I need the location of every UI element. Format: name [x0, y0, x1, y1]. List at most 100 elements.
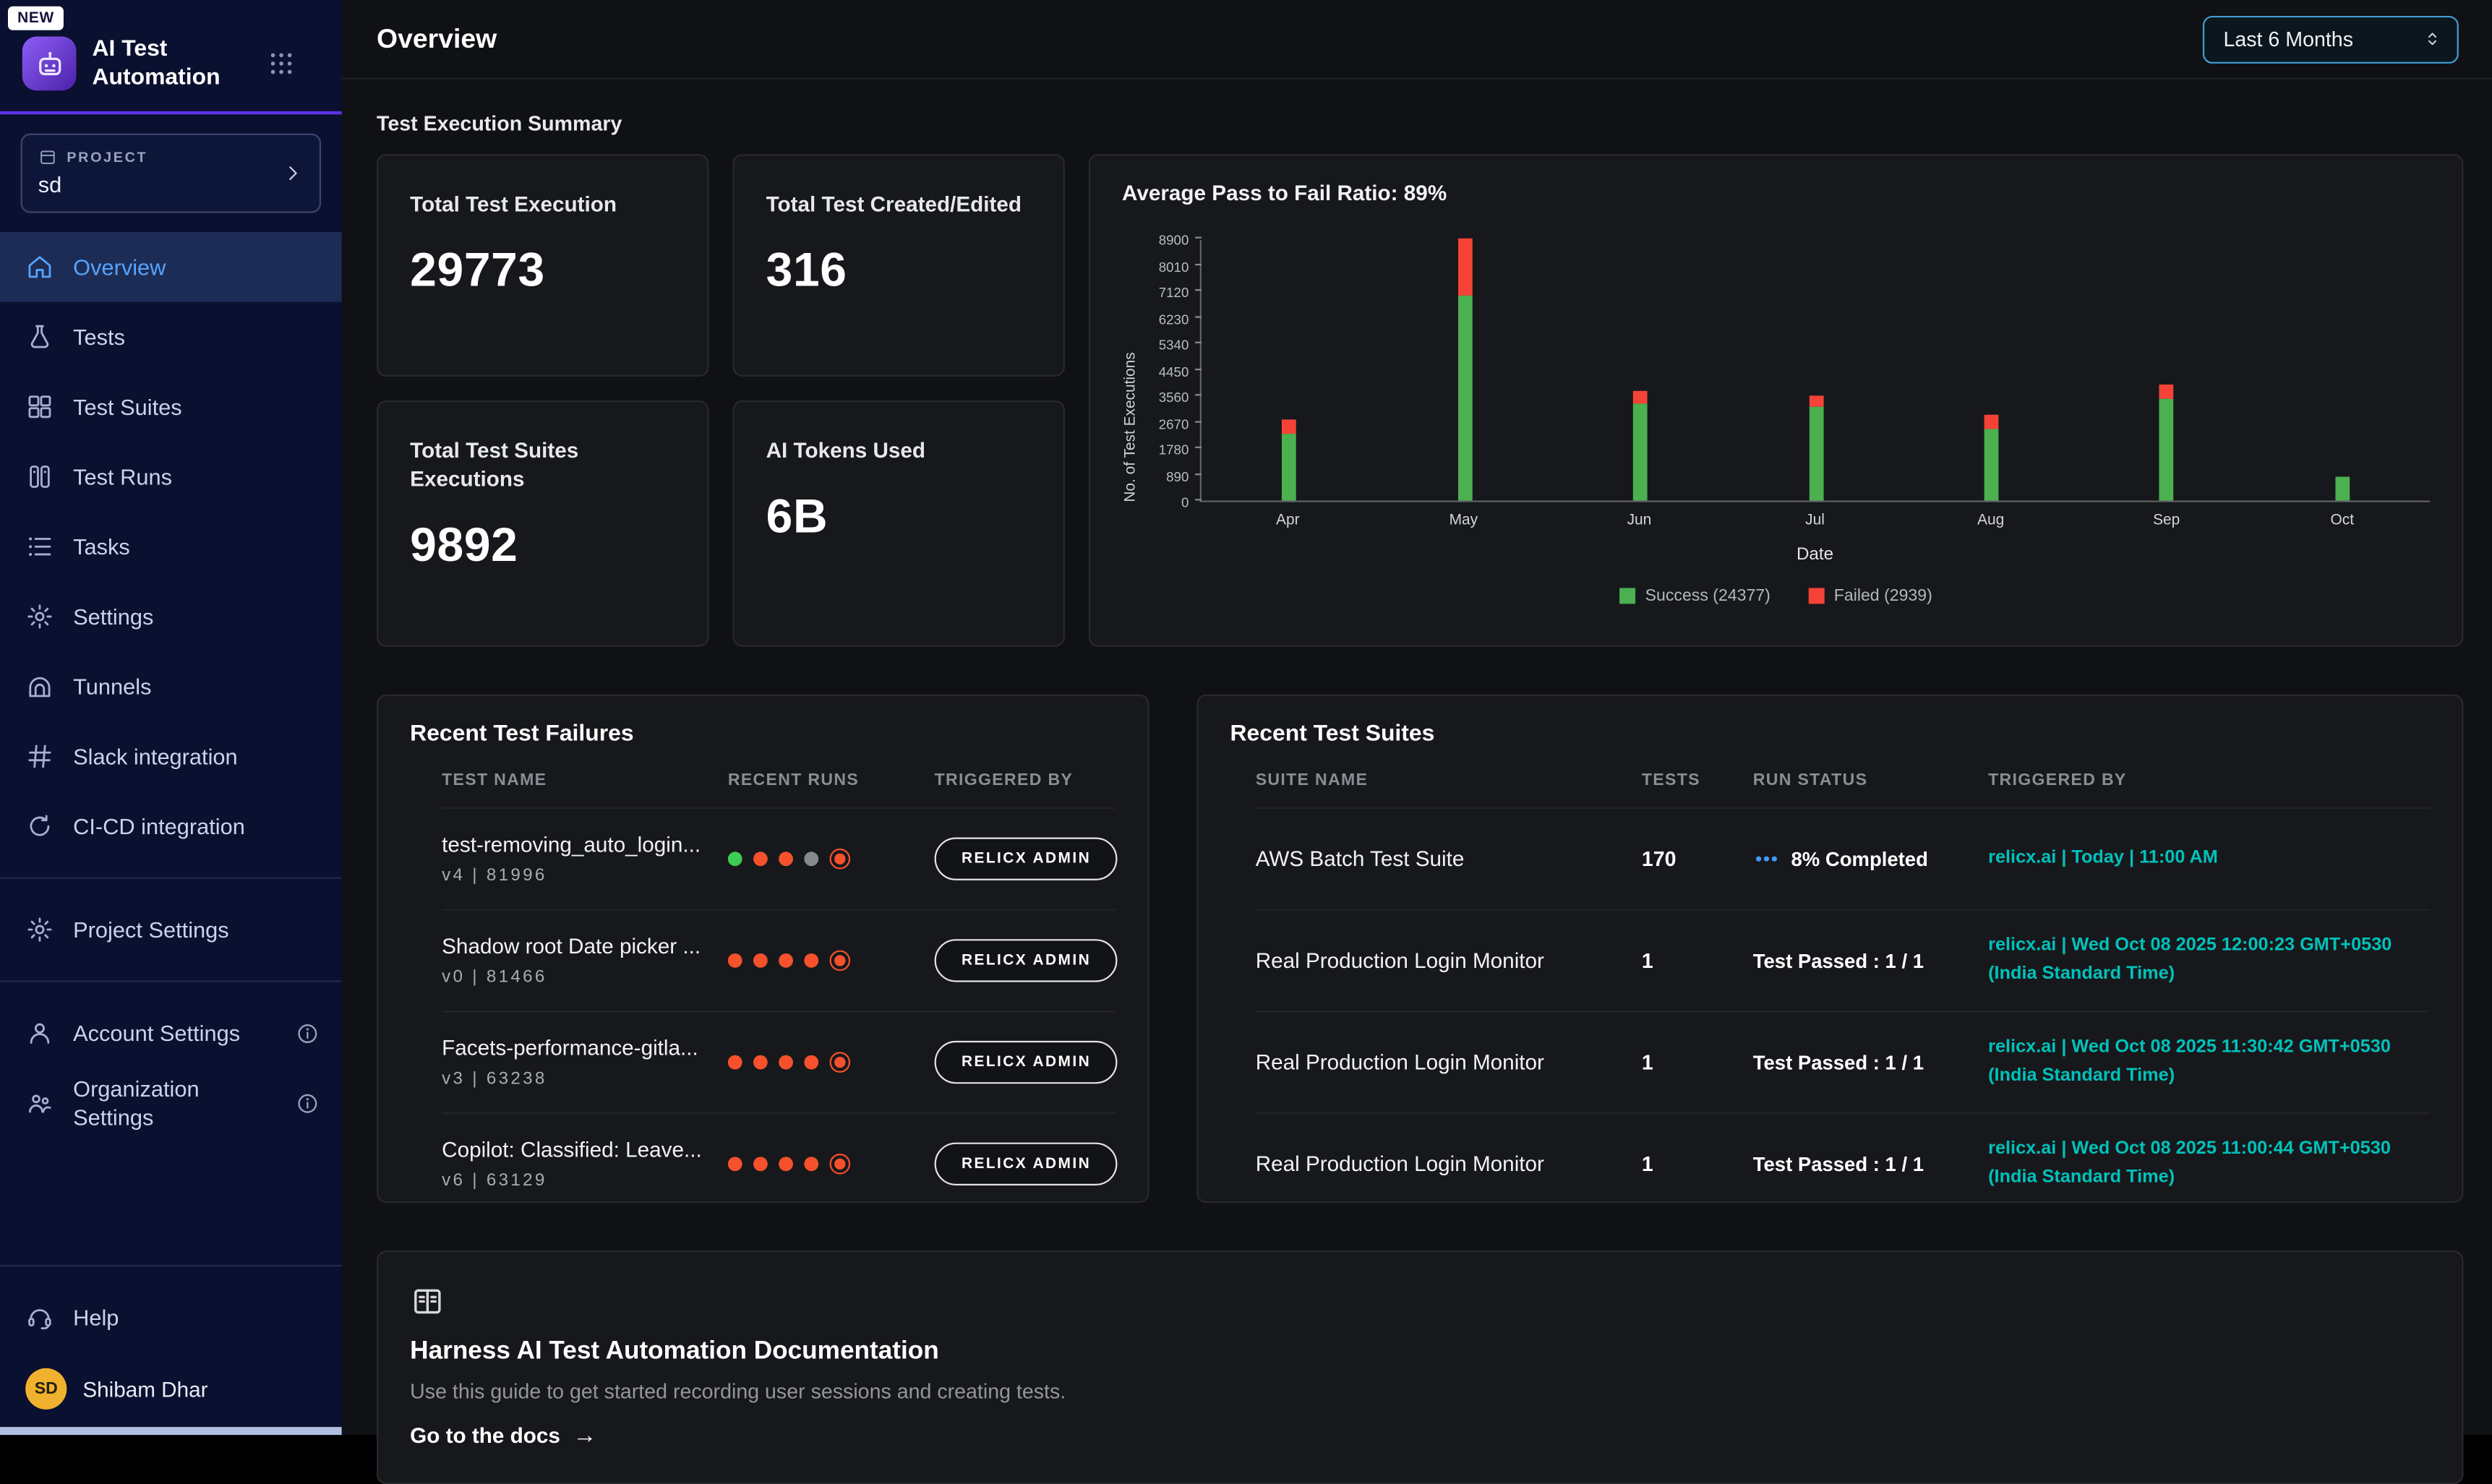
suite-tests-count: 1 [1642, 948, 1753, 972]
suite-name[interactable]: Real Production Login Monitor [1256, 948, 1642, 972]
avatar: SD [25, 1368, 67, 1410]
y-axis-tick-mark [1195, 473, 1202, 474]
cicd-icon [25, 812, 54, 841]
y-axis-tick-mark [1195, 342, 1202, 343]
user-menu[interactable]: SD Shibam Dhar [0, 1352, 342, 1435]
y-axis-tick-label: 8010 [1159, 258, 1189, 274]
test-version-id: v0 | 81466 [442, 968, 728, 987]
sidebar-item-tasks[interactable]: Tasks [0, 512, 342, 582]
test-name[interactable]: Shadow root Date picker ... [442, 935, 715, 958]
test-failure-row[interactable]: test-removing_auto_login... v4 | 81996 R… [442, 807, 1116, 909]
bar-segment-failed [1984, 416, 1998, 429]
project-selector[interactable]: PROJECT sd [21, 134, 321, 213]
test-suite-row[interactable]: Real Production Login Monitor 1 Test Pas… [1256, 909, 2431, 1011]
suite-name[interactable]: AWS Batch Test Suite [1256, 847, 1642, 871]
pass-fail-chart-card: Average Pass to Fail Ratio: 89% No. of T… [1089, 154, 2464, 646]
suite-triggered-by[interactable]: relicx.ai | Wed Oct 08 2025 11:30:42 GMT… [1988, 1034, 2430, 1090]
run-dot-orange [728, 953, 742, 968]
test-runs-icon [25, 463, 54, 492]
bar-aug [1984, 416, 1998, 501]
stat-card-ai-tokens-used: AI Tokens Used 6B [732, 400, 1064, 647]
sidebar-item-label: Test Runs [73, 463, 172, 492]
robot-icon [33, 47, 66, 80]
time-range-select[interactable]: Last 6 Months [2203, 15, 2459, 63]
suite-tests-count: 1 [1642, 1152, 1753, 1176]
run-dot-orange [753, 953, 768, 968]
stat-label: Total Test Suites Executions [410, 437, 675, 495]
sidebar-item-ci-cd-integration[interactable]: CI-CD integration [0, 792, 342, 862]
run-dot-orange [804, 1055, 818, 1070]
app-logo [22, 37, 77, 91]
column-triggered-by: TRIGGERED BY [1988, 771, 2430, 789]
test-name[interactable]: test-removing_auto_login... [442, 833, 715, 857]
account-icon [25, 1019, 54, 1048]
project-label: PROJECT [67, 150, 147, 166]
triggered-by-button[interactable]: RELICX ADMIN [935, 1143, 1118, 1185]
y-axis-label: No. of Test Executions [1122, 240, 1139, 502]
sidebar-nav: Overview Tests Test Suites Test Runs [0, 233, 342, 862]
failures-table-header: TEST NAME RECENT RUNS TRIGGERED BY [442, 753, 1116, 807]
stat-value: 29773 [410, 245, 675, 299]
triggered-by-button[interactable]: RELICX ADMIN [935, 1041, 1118, 1084]
suite-triggered-by[interactable]: relicx.ai | Wed Oct 08 2025 11:00:44 GMT… [1988, 1136, 2430, 1192]
sidebar-item-label: Project Settings [73, 916, 229, 945]
chart-legend: Success (24377) Failed (2939) [1122, 586, 2430, 605]
run-dot-orange [779, 953, 793, 968]
sidebar-item-account-settings[interactable]: Account Settings [0, 998, 342, 1068]
app-root: NEW AI Test Automation PROJECT sd [0, 0, 2492, 1435]
sidebar-item-slack-integration[interactable]: Slack integration [0, 722, 342, 792]
test-failure-row[interactable]: Shadow root Date picker ... v0 | 81466 R… [442, 909, 1116, 1011]
triggered-by-button[interactable]: RELICX ADMIN [935, 939, 1118, 982]
sidebar-item-test-suites[interactable]: Test Suites [0, 372, 342, 442]
test-suites-icon [25, 393, 54, 422]
suite-name[interactable]: Real Production Login Monitor [1256, 1152, 1642, 1176]
legend-label: Success (24377) [1645, 586, 1770, 605]
go-to-docs-link[interactable]: Go to the docs → [410, 1423, 596, 1449]
test-failure-row[interactable]: Facets-performance-gitla... v3 | 63238 R… [442, 1011, 1116, 1112]
legend-item-failed: Failed (2939) [1809, 586, 1932, 605]
test-failure-row[interactable]: Copilot: Classified: Leave... v6 | 63129… [442, 1112, 1116, 1203]
suite-triggered-by[interactable]: relicx.ai | Today | 11:00 AM [1988, 845, 2430, 873]
bar-segment-failed [1633, 392, 1648, 404]
y-axis-tick-label: 7120 [1159, 285, 1189, 301]
test-suite-row[interactable]: Real Production Login Monitor 1 Test Pas… [1256, 1011, 2431, 1112]
sidebar-item-label: Settings [73, 603, 153, 632]
book-icon [410, 1284, 445, 1318]
sidebar-item-tunnels[interactable]: Tunnels [0, 652, 342, 722]
page-header: Overview Last 6 Months [342, 0, 2492, 80]
sidebar-item-label: Help [73, 1303, 119, 1331]
test-suite-row[interactable]: AWS Batch Test Suite 170 8% Completed re… [1256, 807, 2431, 909]
test-name[interactable]: Facets-performance-gitla... [442, 1036, 715, 1060]
running-icon [1753, 846, 1780, 872]
slack-icon [25, 742, 54, 771]
sidebar-item-project-settings[interactable]: Project Settings [0, 895, 342, 965]
sidebar-item-settings[interactable]: Settings [0, 582, 342, 652]
section-title: Test Execution Summary [377, 111, 2463, 135]
sidebar-divider [0, 878, 342, 879]
test-name[interactable]: Copilot: Classified: Leave... [442, 1138, 715, 1162]
suite-name[interactable]: Real Production Login Monitor [1256, 1050, 1642, 1074]
info-icon[interactable] [296, 1021, 320, 1045]
sidebar-item-test-runs[interactable]: Test Runs [0, 442, 342, 512]
sidebar-item-overview[interactable]: Overview [0, 233, 342, 303]
new-badge: NEW [8, 7, 64, 30]
sidebar-item-help[interactable]: Help [0, 1282, 342, 1352]
info-icon[interactable] [296, 1091, 320, 1115]
suite-tests-count: 1 [1642, 1050, 1753, 1074]
apps-grid-icon[interactable] [267, 49, 296, 78]
legend-item-success: Success (24377) [1619, 586, 1770, 605]
column-triggered-by: TRIGGERED BY [935, 771, 1116, 789]
sidebar-item-label: Organization Settings [73, 1074, 276, 1132]
suite-triggered-by[interactable]: relicx.ai | Wed Oct 08 2025 12:00:23 GMT… [1988, 932, 2430, 989]
run-dot-target [830, 1052, 851, 1073]
sidebar-item-organization-settings[interactable]: Organization Settings [0, 1068, 342, 1138]
run-status-text: Test Passed : 1 / 1 [1753, 1153, 1924, 1175]
test-suite-row[interactable]: Real Production Login Monitor 1 Test Pas… [1256, 1112, 2431, 1203]
sidebar-item-label: Tasks [73, 533, 130, 562]
triggered-by-button[interactable]: RELICX ADMIN [935, 838, 1118, 880]
sidebar-item-label: Account Settings [73, 1018, 240, 1047]
stat-value: 9892 [410, 520, 675, 575]
tests-icon [25, 323, 54, 352]
sidebar-item-tests[interactable]: Tests [0, 302, 342, 372]
y-axis-tick-mark [1195, 368, 1202, 369]
